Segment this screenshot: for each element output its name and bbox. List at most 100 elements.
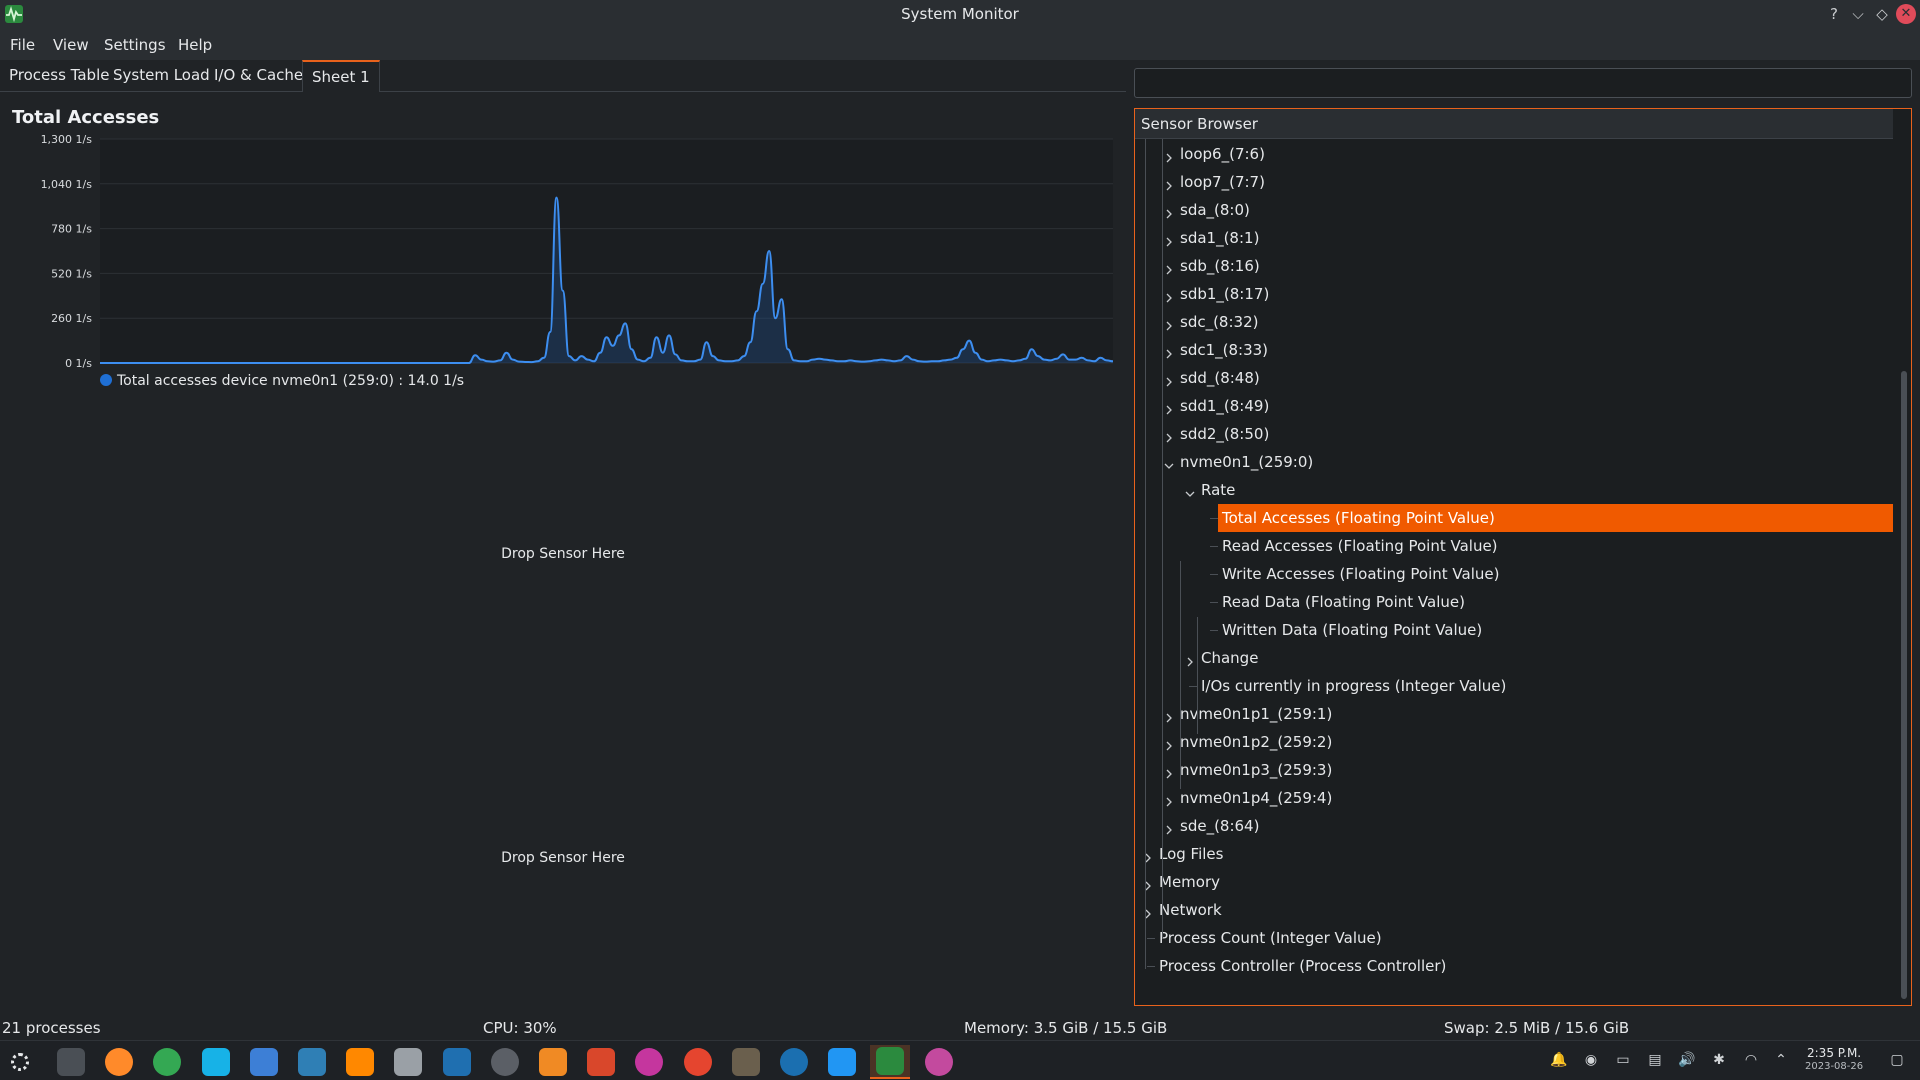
tray-expand-icon[interactable]: ⌃ xyxy=(1772,1051,1790,1069)
gimp-icon[interactable] xyxy=(726,1045,766,1079)
dolphin-icon[interactable] xyxy=(51,1045,91,1079)
chevron-right-icon[interactable] xyxy=(1164,345,1174,359)
chevron-right-icon[interactable] xyxy=(1164,429,1174,443)
tab-sheet-1[interactable]: Sheet 1 xyxy=(302,60,380,92)
steam-tray-icon[interactable]: ◉ xyxy=(1582,1051,1600,1069)
sensor-tree-item[interactable]: Read Accesses (Floating Point Value) xyxy=(1222,532,1498,560)
app-launcher-icon[interactable] xyxy=(0,1045,40,1079)
chevron-right-icon[interactable] xyxy=(1164,233,1174,247)
drop-sensor-zone[interactable]: Drop Sensor Here xyxy=(413,850,713,866)
sensor-tree-item[interactable]: nvme0n1p2_(259:2) xyxy=(1180,728,1332,756)
blender-icon[interactable] xyxy=(533,1045,573,1079)
minimize-icon[interactable]: ⌵ xyxy=(1848,4,1868,24)
steam-icon[interactable] xyxy=(774,1045,814,1079)
music-icon[interactable] xyxy=(244,1045,284,1079)
sensor-tree-item[interactable]: Total Accesses (Floating Point Value) xyxy=(1218,504,1893,532)
sensor-tree-item[interactable]: Rate xyxy=(1201,476,1235,504)
sensor-tree-item[interactable]: Read Data (Floating Point Value) xyxy=(1222,588,1465,616)
help-icon[interactable]: ? xyxy=(1824,4,1844,24)
eye-app-icon[interactable] xyxy=(919,1045,959,1079)
sensor-tree-item[interactable]: Network xyxy=(1159,896,1222,924)
sensor-tree-item[interactable]: Write Accesses (Floating Point Value) xyxy=(1222,560,1499,588)
chevron-right-icon[interactable] xyxy=(1164,793,1174,807)
sensor-tree-item[interactable]: loop7_(7:7) xyxy=(1180,168,1265,196)
plane-icon[interactable] xyxy=(822,1045,862,1079)
music-glyph xyxy=(249,1048,278,1076)
firefox-glyph xyxy=(105,1048,134,1076)
kdenlive-glyph xyxy=(298,1048,326,1076)
sensor-tree-item[interactable]: sdd1_(8:49) xyxy=(1180,392,1269,420)
firefox-icon[interactable] xyxy=(99,1045,139,1079)
clock[interactable]: 2:35 P.M. 2023-08-26 xyxy=(1805,1047,1863,1073)
sensor-tree-item[interactable]: Memory xyxy=(1159,868,1220,896)
sensor-tree-item[interactable]: sde_(8:64) xyxy=(1180,812,1259,840)
menu-help[interactable]: Help xyxy=(178,36,212,54)
terminal-tray-icon[interactable]: ▭ xyxy=(1614,1051,1632,1069)
sensor-tree-item[interactable]: nvme0n1_(259:0) xyxy=(1180,448,1313,476)
bluetooth-icon[interactable]: ✱ xyxy=(1710,1051,1728,1069)
wifi-icon[interactable]: ◠ xyxy=(1742,1051,1760,1069)
chevron-right-icon[interactable] xyxy=(1164,765,1174,779)
book-icon[interactable] xyxy=(437,1045,477,1079)
sensor-tree-item[interactable]: Log Files xyxy=(1159,840,1223,868)
menu-file[interactable]: File xyxy=(10,36,35,54)
chevron-right-icon[interactable] xyxy=(1164,709,1174,723)
color-picker-icon[interactable] xyxy=(629,1045,669,1079)
chevron-right-icon[interactable] xyxy=(1164,289,1174,303)
show-desktop-icon[interactable]: ▢ xyxy=(1888,1051,1906,1069)
drop-sensor-zone[interactable]: Drop Sensor Here xyxy=(413,546,713,562)
chevron-right-icon[interactable] xyxy=(1164,373,1174,387)
tree-branch-line xyxy=(1210,602,1218,603)
davinci-icon[interactable] xyxy=(485,1045,525,1079)
sensor-tree-item[interactable]: Process Count (Integer Value) xyxy=(1159,924,1382,952)
calendar-icon[interactable] xyxy=(581,1045,621,1079)
chevron-right-icon[interactable] xyxy=(1164,737,1174,751)
chevron-right-icon[interactable] xyxy=(1164,149,1174,163)
chevron-right-icon[interactable] xyxy=(1164,177,1174,191)
sensor-tree-item[interactable]: nvme0n1p3_(259:3) xyxy=(1180,756,1332,784)
sensor-tree-item[interactable]: I/Os currently in progress (Integer Valu… xyxy=(1201,672,1506,700)
sensor-tree-item[interactable]: sda_(8:0) xyxy=(1180,196,1250,224)
sensor-tree-item[interactable]: sda1_(8:1) xyxy=(1180,224,1259,252)
chevron-right-icon[interactable] xyxy=(1164,205,1174,219)
sensor-tree-item[interactable]: sdc_(8:32) xyxy=(1180,308,1258,336)
sensor-tree-item[interactable]: sdb1_(8:17) xyxy=(1180,280,1269,308)
tab-process-table[interactable]: Process Table xyxy=(0,60,118,92)
kodi-icon[interactable] xyxy=(196,1045,236,1079)
sensor-tree-item[interactable]: loop6_(7:6) xyxy=(1180,140,1265,168)
sensor-tree-item[interactable]: nvme0n1p4_(259:4) xyxy=(1180,784,1332,812)
volume-icon[interactable]: 🔊 xyxy=(1678,1051,1696,1069)
sensor-tree-item[interactable]: Written Data (Floating Point Value) xyxy=(1222,616,1482,644)
chevron-down-icon[interactable] xyxy=(1185,485,1195,497)
chevron-down-icon[interactable] xyxy=(1164,457,1174,469)
sensor-tree-item[interactable]: sdd_(8:48) xyxy=(1180,364,1260,392)
sensor-search-input[interactable] xyxy=(1134,68,1912,98)
sensor-browser-scrollbar[interactable] xyxy=(1901,371,1907,999)
chevron-right-icon[interactable] xyxy=(1185,653,1195,667)
kdenlive-icon[interactable] xyxy=(292,1045,332,1079)
tab-io-cache[interactable]: I/O & Cache xyxy=(205,60,312,92)
aperture-icon[interactable] xyxy=(678,1045,718,1079)
chevron-right-icon[interactable] xyxy=(1164,821,1174,835)
sensor-tree-item[interactable]: sdc1_(8:33) xyxy=(1180,336,1268,364)
menu-settings[interactable]: Settings xyxy=(104,36,166,54)
sensor-tree-item[interactable]: nvme0n1p1_(259:1) xyxy=(1180,700,1332,728)
chevron-right-icon[interactable] xyxy=(1164,317,1174,331)
color-picker-glyph xyxy=(635,1048,664,1076)
notifications-icon[interactable]: 🔔 xyxy=(1550,1051,1568,1069)
chrome-icon[interactable] xyxy=(147,1045,187,1079)
sensor-tree-item[interactable]: Process Controller (Process Controller) xyxy=(1159,952,1446,980)
film-editor-icon[interactable] xyxy=(388,1045,428,1079)
chevron-right-icon[interactable] xyxy=(1164,261,1174,275)
sensor-tree-item[interactable]: Change xyxy=(1201,644,1258,672)
maximize-icon[interactable]: ◇ xyxy=(1872,4,1892,24)
tab-system-load[interactable]: System Load xyxy=(104,60,219,92)
vlc-icon[interactable] xyxy=(340,1045,380,1079)
chevron-right-icon[interactable] xyxy=(1164,401,1174,415)
sensor-tree-item[interactable]: sdd2_(8:50) xyxy=(1180,420,1269,448)
close-icon[interactable]: ✕ xyxy=(1896,4,1916,24)
system-monitor-icon[interactable] xyxy=(870,1045,911,1079)
menu-view[interactable]: View xyxy=(53,36,89,54)
clipboard-icon[interactable]: ▤ xyxy=(1646,1051,1664,1069)
sensor-tree-item[interactable]: sdb_(8:16) xyxy=(1180,252,1260,280)
